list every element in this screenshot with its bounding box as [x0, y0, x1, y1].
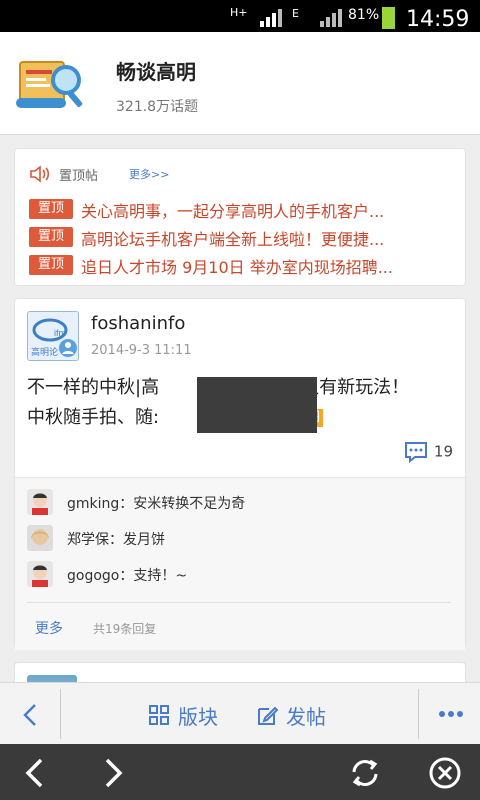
comment-count[interactable]: 19	[404, 441, 453, 464]
pinned-item[interactable]: 置顶 高明论坛手机客户端全新上线啦！更便捷...	[29, 225, 449, 249]
more-replies-link[interactable]: 更多	[35, 618, 63, 638]
comment-icon	[404, 442, 427, 464]
author-avatar[interactable]: ifm 高明论	[27, 311, 79, 361]
refresh-icon[interactable]	[348, 756, 382, 790]
avatar-label: 高明论	[31, 348, 59, 358]
divider	[418, 689, 419, 739]
pinned-item-text: 追日人才市场 9月10日 举办室内现场招聘...	[81, 258, 393, 277]
post-author[interactable]: foshaninfo	[91, 313, 185, 334]
reply-text: gogogo：支持！~	[67, 568, 188, 584]
browser-back-icon[interactable]	[18, 756, 52, 790]
pinned-section: 置顶帖 更多>> 置顶 关心高明事，一起分享高明人的手机客户... 置顶 高明论…	[14, 148, 466, 286]
forum-logo-icon	[16, 61, 83, 108]
edit-icon	[258, 706, 278, 725]
pinned-badge: 置顶	[29, 255, 73, 275]
close-icon[interactable]	[428, 756, 462, 790]
pinned-item[interactable]: 置顶 追日人才市场 9月10日 举办室内现场招聘...	[29, 253, 449, 277]
redacted-area	[197, 377, 317, 433]
reply-item[interactable]: gogogo：支持！~	[27, 560, 447, 590]
pinned-badge: 置顶	[29, 227, 73, 247]
replies-section: gmking：安米转换不足为奇 郑学保：发月饼 gogogo：支持！~ 更多 共…	[15, 477, 465, 650]
speaker-icon	[30, 165, 50, 183]
battery-icon	[382, 7, 395, 29]
pinned-title: 置顶帖	[59, 169, 99, 184]
user-avatar-icon	[27, 561, 53, 587]
browser-forward-icon[interactable]	[96, 756, 130, 790]
blocks-button[interactable]: 版块	[148, 701, 238, 729]
new-post-label: 发帖	[286, 705, 326, 729]
reply-item[interactable]: gmking：安米转换不足为奇	[27, 488, 447, 518]
user-avatar-icon	[27, 489, 53, 515]
post-card[interactable]: ifm 高明论 foshaninfo 2014-9-3 11:11 不一样的中秋…	[14, 298, 466, 650]
pinned-badge: 置顶	[29, 199, 73, 219]
forum-header: 畅谈高明 321.8万话题	[0, 32, 480, 135]
reply-item[interactable]: 郑学保：发月饼	[27, 524, 447, 554]
network-type: H+	[230, 6, 248, 19]
battery-percent: 81%	[348, 7, 380, 23]
forum-name: 畅谈高明	[116, 60, 196, 84]
user-avatar-icon	[27, 525, 53, 551]
post-body-line2: 中秋随手拍、随:	[27, 407, 160, 428]
comment-count-value: 19	[433, 442, 453, 461]
signal-icon-2	[320, 9, 342, 27]
reply-text: gmking：安米转换不足为奇	[67, 496, 246, 512]
pinned-item-text: 高明论坛手机客户端全新上线啦！更便捷...	[81, 230, 385, 249]
divider	[60, 689, 61, 739]
browser-nav-bar	[0, 744, 480, 800]
pinned-more-link[interactable]: 更多>>	[129, 166, 189, 182]
pinned-item[interactable]: 置顶 关心高明事，一起分享高明人的手机客户...	[29, 197, 449, 221]
grid-icon	[149, 705, 169, 725]
status-bar: H+ E 81% 14:59	[0, 0, 480, 32]
network-type-2: E	[292, 7, 299, 20]
more-icon[interactable]	[438, 709, 464, 719]
blocks-label: 版块	[178, 705, 218, 729]
reply-text: 郑学保：发月饼	[67, 532, 165, 548]
post-date: 2014-9-3 11:11	[91, 343, 192, 358]
svg-text:ifm: ifm	[54, 328, 66, 338]
topic-count: 321.8万话题	[116, 99, 199, 115]
back-chevron-icon[interactable]	[20, 703, 40, 727]
post-body-line1: 不一样的中秋|高	[27, 377, 160, 398]
bottom-toolbar: 版块 发帖	[0, 682, 480, 745]
clock: 14:59	[406, 7, 470, 32]
divider	[27, 602, 451, 603]
pinned-item-text: 关心高明事，一起分享高明人的手机客户...	[81, 202, 385, 221]
new-post-button[interactable]: 发帖	[256, 701, 346, 729]
total-replies: 共19条回复	[93, 622, 157, 636]
signal-icon	[260, 9, 282, 27]
